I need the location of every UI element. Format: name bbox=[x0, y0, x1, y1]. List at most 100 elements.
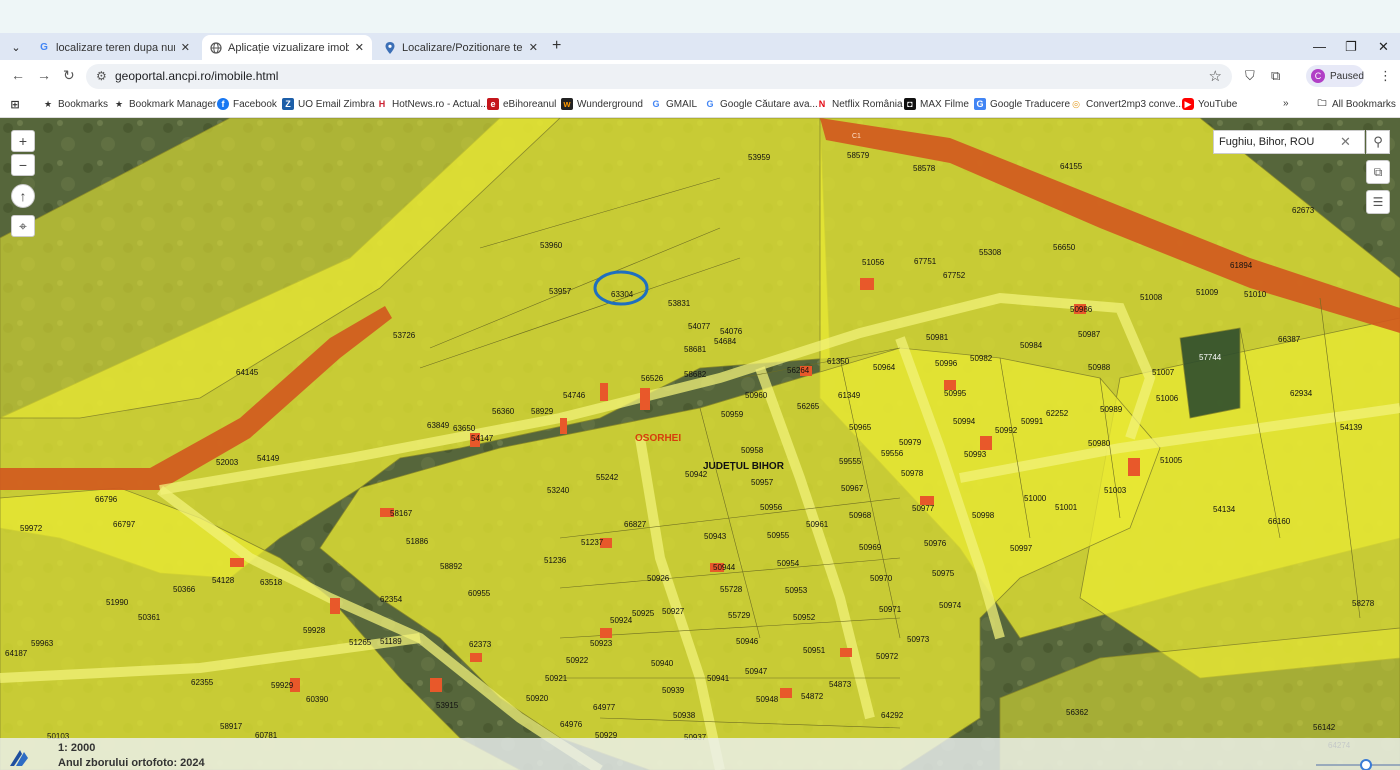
parcel-label[interactable]: 50938 bbox=[673, 711, 696, 720]
more-bookmarks-chevron-icon[interactable]: » bbox=[1283, 98, 1289, 109]
parcel-label[interactable]: 50972 bbox=[876, 652, 899, 661]
parcel-label[interactable]: 50997 bbox=[1010, 544, 1033, 553]
parcel-label[interactable]: 58929 bbox=[531, 407, 554, 416]
extensions-puzzle-icon[interactable]: ⧉ bbox=[1271, 68, 1280, 84]
parcel-label[interactable]: 50947 bbox=[745, 667, 768, 676]
parcel-label[interactable]: 51010 bbox=[1244, 290, 1267, 299]
parcel-label[interactable]: 55308 bbox=[979, 248, 1002, 257]
bookmark-item[interactable]: N Netflix România bbox=[816, 98, 903, 110]
parcel-label[interactable]: 50954 bbox=[777, 559, 800, 568]
parcel-label[interactable]: 62373 bbox=[469, 640, 492, 649]
parcel-label[interactable]: 51189 bbox=[380, 637, 402, 646]
parcel-label[interactable]: 53240 bbox=[547, 486, 570, 495]
parcel-label[interactable]: 52003 bbox=[216, 458, 239, 467]
parcel-label[interactable]: 50960 bbox=[745, 391, 768, 400]
parcel-label[interactable]: 50996 bbox=[935, 359, 958, 368]
back-arrow-icon[interactable]: ← bbox=[11, 67, 25, 83]
parcel-label[interactable]: 50939 bbox=[662, 686, 685, 695]
parcel-label[interactable]: 54139 bbox=[1340, 423, 1363, 432]
legend-list-icon[interactable]: ☰ bbox=[1366, 190, 1390, 214]
parcel-label[interactable]: 59555 bbox=[839, 457, 862, 466]
parcel-label[interactable]: 59929 bbox=[271, 681, 294, 690]
parcel-label[interactable]: 50924 bbox=[610, 616, 633, 625]
parcel-label[interactable]: 54872 bbox=[801, 692, 824, 701]
parcel-label[interactable]: 50927 bbox=[662, 607, 685, 616]
parcel-label[interactable]: 54134 bbox=[1213, 505, 1236, 514]
restore-icon[interactable]: ❐ bbox=[1345, 39, 1357, 55]
bookmark-item[interactable]: e eBihoreanul bbox=[487, 98, 556, 110]
parcel-label[interactable]: 50998 bbox=[972, 511, 995, 520]
parcel-label[interactable]: 51886 bbox=[406, 537, 429, 546]
extension-shield-icon[interactable]: ⛉ bbox=[1245, 68, 1255, 84]
parcel-label[interactable]: 54076 bbox=[720, 327, 743, 336]
profile-button[interactable]: C Paused bbox=[1306, 65, 1364, 87]
parcel-label[interactable]: 50944 bbox=[713, 563, 736, 572]
bookmark-item[interactable]: ★ Bookmarks bbox=[42, 98, 108, 110]
parcel-label[interactable]: 50984 bbox=[1020, 341, 1043, 350]
parcel-label[interactable]: 58278 bbox=[1352, 599, 1375, 608]
parcel-label[interactable]: 50986 bbox=[1070, 305, 1093, 314]
parcel-label[interactable]: 50988 bbox=[1088, 363, 1111, 372]
location-search[interactable]: ✕ bbox=[1213, 130, 1365, 154]
parcel-label[interactable]: 50973 bbox=[907, 635, 930, 644]
new-tab-plus-icon[interactable]: + bbox=[552, 38, 561, 54]
parcel-label[interactable]: 51000 bbox=[1024, 494, 1047, 503]
parcel-label[interactable]: 61350 bbox=[827, 357, 850, 366]
parcel-label[interactable]: 51006 bbox=[1156, 394, 1179, 403]
zoom-out-button[interactable]: − bbox=[11, 154, 35, 176]
parcel-label[interactable]: 50970 bbox=[870, 574, 893, 583]
parcel-label[interactable]: 64292 bbox=[881, 711, 904, 720]
parcel-label[interactable]: 57744 bbox=[1199, 353, 1222, 362]
tab-localizare-pozitionare[interactable]: Localizare/Pozitionare teren - f ✕ bbox=[376, 35, 546, 60]
compass-north-icon[interactable]: ↑ bbox=[11, 184, 35, 208]
close-tab-icon[interactable]: ✕ bbox=[181, 41, 190, 54]
parcel-label[interactable]: 51265 bbox=[349, 638, 372, 647]
parcel-label[interactable]: 56264 bbox=[787, 366, 810, 375]
parcel-label[interactable]: 50958 bbox=[741, 446, 764, 455]
parcel-label[interactable]: 58892 bbox=[440, 562, 463, 571]
parcel-label[interactable]: 50979 bbox=[899, 438, 922, 447]
parcel-label[interactable]: 59972 bbox=[20, 524, 43, 533]
reload-icon[interactable]: ↻ bbox=[63, 67, 75, 84]
parcel-label[interactable]: 59928 bbox=[303, 626, 326, 635]
parcel-label[interactable]: 50956 bbox=[760, 503, 783, 512]
parcel-label[interactable]: 63849 bbox=[427, 421, 450, 430]
parcel-label[interactable]: 50366 bbox=[173, 585, 196, 594]
parcel-label[interactable]: 61349 bbox=[838, 391, 861, 400]
parcel-label[interactable]: 64977 bbox=[593, 703, 616, 712]
bookmark-item[interactable]: G Google Căutare ava... bbox=[704, 98, 817, 110]
address-bar[interactable]: ⚙ geoportal.ancpi.ro/imobile.html ☆ bbox=[86, 64, 1232, 89]
tab-search-chevron-icon[interactable]: ⌄ bbox=[6, 37, 26, 57]
parcel-label[interactable]: 51007 bbox=[1152, 368, 1175, 377]
parcel-label[interactable]: 58681 bbox=[684, 345, 707, 354]
parcel-label[interactable]: 62354 bbox=[380, 595, 403, 604]
parcel-label[interactable]: 53960 bbox=[540, 241, 563, 250]
parcel-label[interactable]: 67752 bbox=[943, 271, 966, 280]
parcel-label[interactable]: 50977 bbox=[912, 504, 935, 513]
parcel-label[interactable]: 50975 bbox=[932, 569, 955, 578]
bookmark-item[interactable]: ◎ Convert2mp3 conve... bbox=[1070, 98, 1184, 110]
parcel-label[interactable]: 56265 bbox=[797, 402, 820, 411]
parcel-label[interactable]: 64155 bbox=[1060, 162, 1083, 171]
parcel-label[interactable]: 50926 bbox=[647, 574, 670, 583]
parcel-label[interactable]: 50920 bbox=[526, 694, 549, 703]
layers-icon[interactable]: ⧉ bbox=[1366, 160, 1390, 184]
zoom-in-button[interactable]: + bbox=[11, 130, 35, 152]
parcel-label[interactable]: 50994 bbox=[953, 417, 976, 426]
parcel-label[interactable]: 50993 bbox=[964, 450, 987, 459]
parcel-label[interactable]: 50987 bbox=[1078, 330, 1101, 339]
parcel-label[interactable]: 50980 bbox=[1088, 439, 1111, 448]
minimize-icon[interactable]: — bbox=[1313, 39, 1326, 54]
parcel-label[interactable]: 61894 bbox=[1230, 261, 1253, 270]
parcel-label[interactable]: 58917 bbox=[220, 722, 243, 731]
bookmark-item[interactable]: H HotNews.ro - Actual... bbox=[376, 98, 489, 110]
parcel-label[interactable]: 51990 bbox=[106, 598, 129, 607]
parcel-label[interactable]: 53831 bbox=[668, 299, 691, 308]
url-text[interactable]: geoportal.ancpi.ro/imobile.html bbox=[115, 69, 278, 83]
parcel-label[interactable]: 50959 bbox=[721, 410, 744, 419]
close-tab-icon[interactable]: ✕ bbox=[529, 41, 538, 54]
parcel-label[interactable]: 59963 bbox=[31, 639, 54, 648]
slider-knob[interactable] bbox=[1360, 759, 1372, 770]
parcel-label[interactable]: 56362 bbox=[1066, 708, 1089, 717]
parcel-label[interactable]: 60955 bbox=[468, 589, 491, 598]
